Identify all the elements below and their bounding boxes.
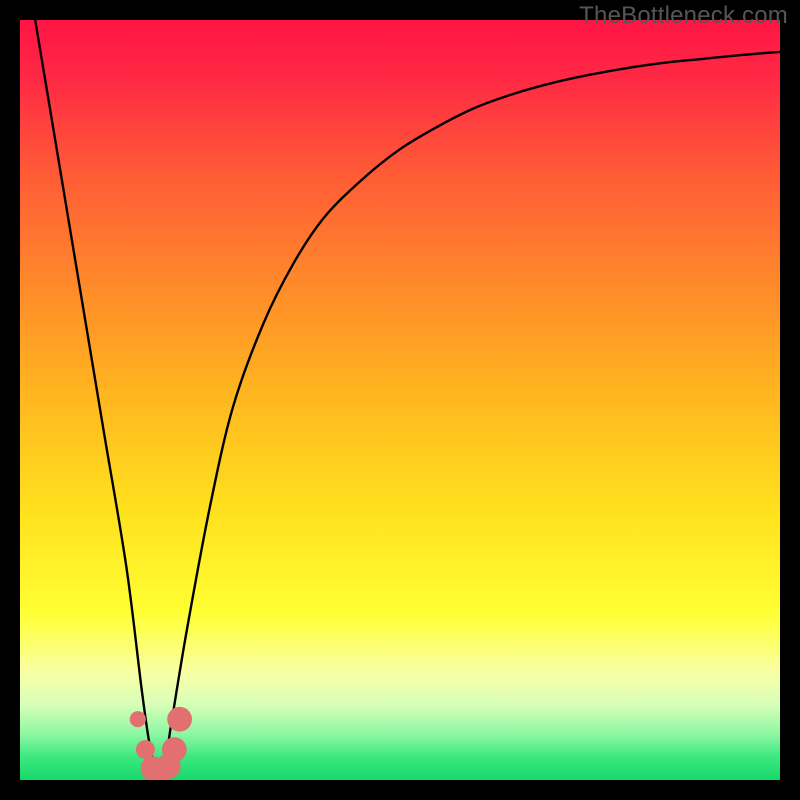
marker-dot — [136, 740, 155, 759]
watermark-text: TheBottleneck.com — [579, 2, 788, 30]
gradient-plot-area — [20, 20, 780, 780]
chart-frame: TheBottleneck.com — [0, 0, 800, 800]
bottleneck-chart — [0, 0, 800, 800]
marker-dot — [167, 707, 192, 732]
marker-dot — [130, 711, 146, 727]
marker-dot — [162, 737, 187, 762]
